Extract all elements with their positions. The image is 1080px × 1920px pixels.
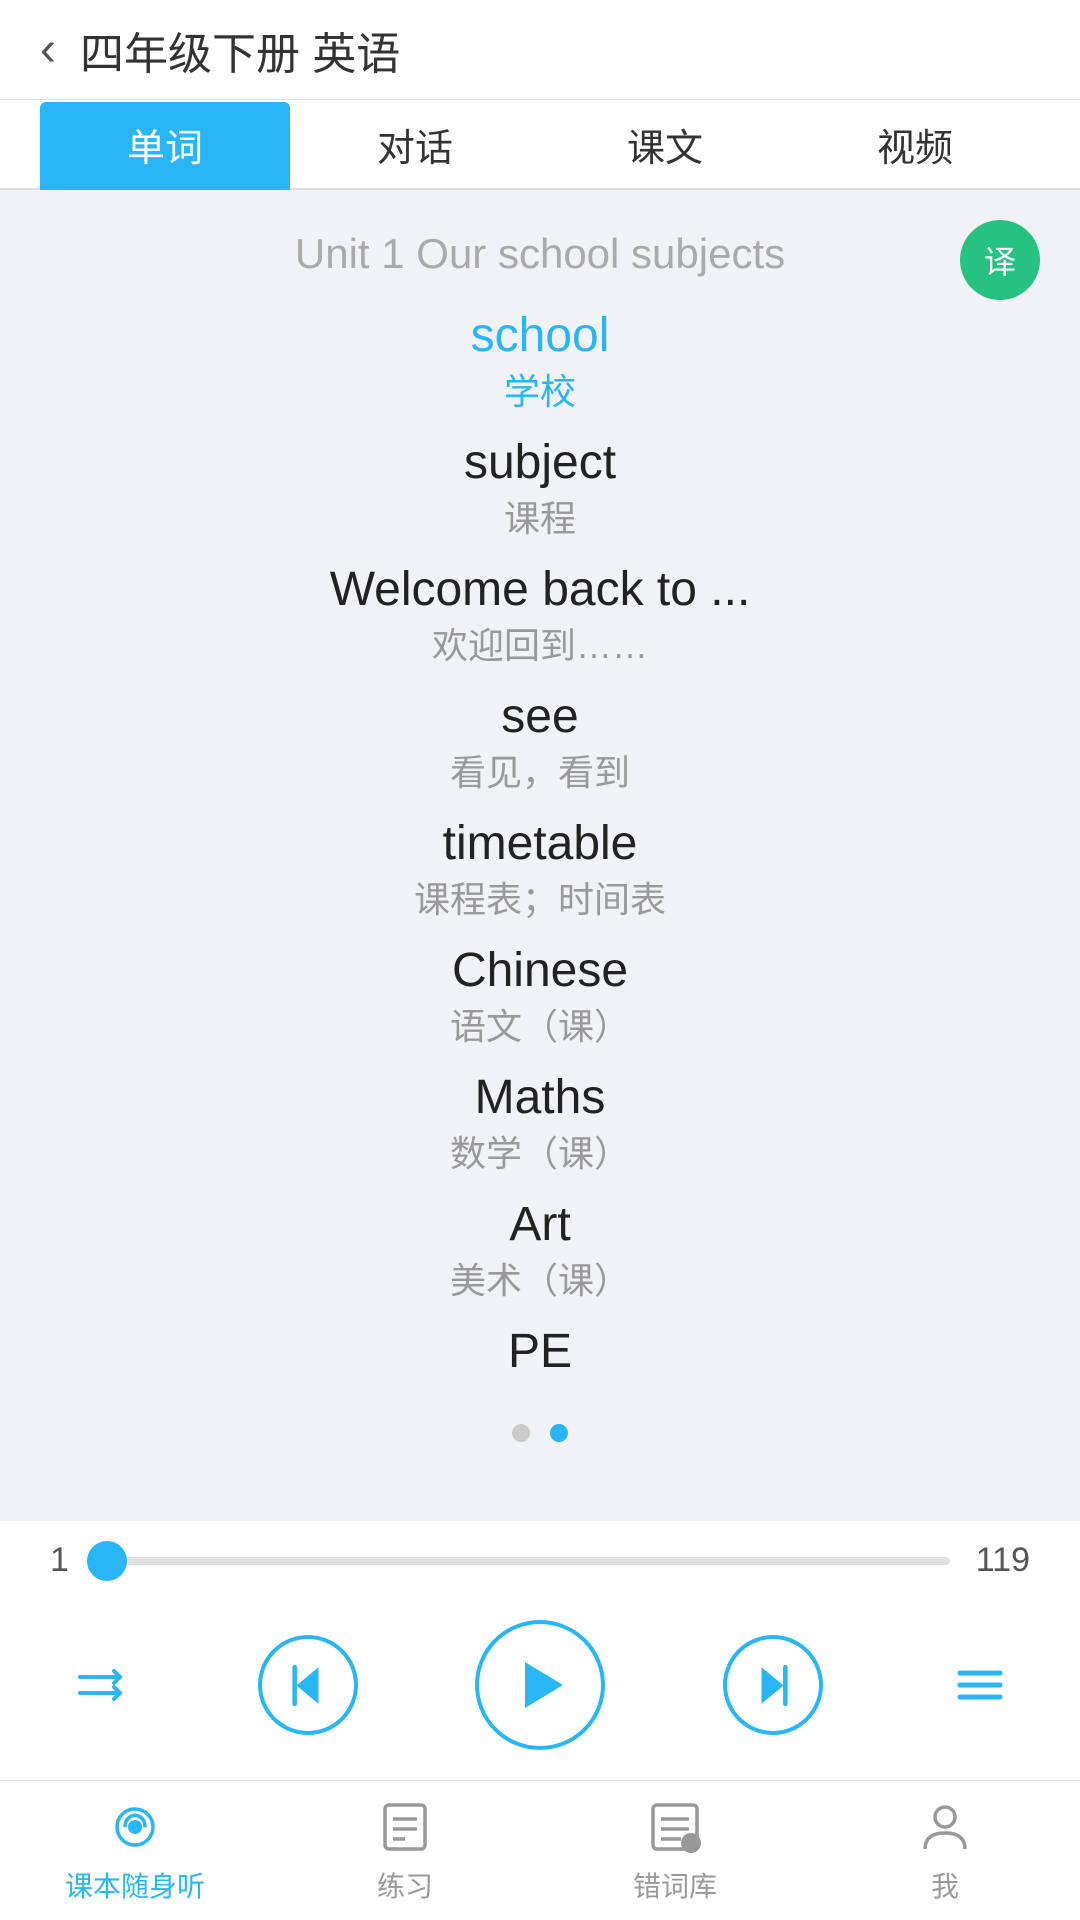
word-english: school [471, 308, 610, 363]
word-entry-timetable[interactable]: timetable 课程表；时间表 [414, 816, 666, 923]
word-chinese: 美术（课） [450, 1252, 630, 1304]
header-title: 四年级下册 英语 [80, 18, 400, 82]
word-chinese: 欢迎回到…… [330, 617, 751, 669]
dot-1 [512, 1424, 530, 1442]
nav-label-listen: 课本随身听 [65, 1865, 205, 1905]
tab-words[interactable]: 单词 [40, 102, 290, 190]
nav-label-me: 我 [931, 1865, 959, 1905]
nav-item-listen[interactable]: 课本随身听 [0, 1797, 270, 1905]
bottom-nav: 课本随身听 练习 ! 错词库 我 [0, 1780, 1080, 1920]
progress-thumb [87, 1541, 127, 1581]
tab-dialogue[interactable]: 对话 [290, 102, 540, 190]
word-english: Welcome back to ... [330, 562, 751, 617]
word-chinese: 语文（课） [450, 998, 630, 1050]
progress-area: 1 119 [0, 1521, 1080, 1600]
word-entry-maths[interactable]: Maths 数学（课） [450, 1070, 630, 1177]
play-button[interactable] [475, 1620, 605, 1750]
nav-item-mistakes[interactable]: ! 错词库 [540, 1797, 810, 1905]
menu-button[interactable] [940, 1645, 1020, 1725]
word-english: Chinese [450, 943, 630, 998]
nav-label-practice: 练习 [377, 1865, 433, 1905]
word-entry-pe[interactable]: PE [508, 1324, 572, 1374]
dot-2 [550, 1424, 568, 1442]
word-english: subject [464, 435, 616, 490]
word-english: Maths [450, 1070, 630, 1125]
tab-text[interactable]: 课文 [540, 102, 790, 190]
progress-current: 1 [50, 1541, 80, 1580]
progress-total: 119 [970, 1541, 1030, 1580]
nav-label-mistakes: 错词库 [633, 1865, 717, 1905]
word-chinese: 学校 [471, 363, 610, 415]
nav-item-me[interactable]: 我 [810, 1797, 1080, 1905]
word-english: Art [450, 1197, 630, 1252]
controls-area [0, 1600, 1080, 1780]
word-chinese: 课程表；时间表 [414, 871, 666, 923]
back-button[interactable]: ‹ [40, 22, 56, 77]
unit-title: Unit 1 Our school subjects [295, 230, 785, 278]
word-entry-art[interactable]: Art 美术（课） [450, 1197, 630, 1304]
tab-video[interactable]: 视频 [790, 102, 1040, 190]
repeat-button[interactable] [60, 1645, 140, 1725]
nav-item-practice[interactable]: 练习 [270, 1797, 540, 1905]
tab-bar: 单词 对话 课文 视频 [0, 100, 1080, 190]
word-chinese: 课程 [464, 490, 616, 542]
word-english: PE [508, 1324, 572, 1374]
next-button[interactable] [723, 1635, 823, 1735]
progress-track[interactable] [100, 1557, 950, 1565]
word-entry-see[interactable]: see 看见，看到 [450, 689, 630, 796]
word-entry-subject[interactable]: subject 课程 [464, 435, 616, 542]
previous-button[interactable] [258, 1635, 358, 1735]
word-english: timetable [414, 816, 666, 871]
pagination-dots [512, 1424, 568, 1442]
main-content: 译 Unit 1 Our school subjects school 学校 s… [0, 190, 1080, 1521]
svg-text:!: ! [689, 1837, 692, 1851]
word-entry-welcome[interactable]: Welcome back to ... 欢迎回到…… [330, 562, 751, 669]
word-chinese: 数学（课） [450, 1125, 630, 1177]
word-list: school 学校 subject 课程 Welcome back to ...… [60, 308, 1020, 1394]
word-entry-chinese[interactable]: Chinese 语文（课） [450, 943, 630, 1050]
word-english: see [450, 689, 630, 744]
word-chinese: 看见，看到 [450, 744, 630, 796]
word-entry-school[interactable]: school 学校 [471, 308, 610, 415]
header: ‹ 四年级下册 英语 [0, 0, 1080, 100]
translate-button[interactable]: 译 [960, 220, 1040, 300]
